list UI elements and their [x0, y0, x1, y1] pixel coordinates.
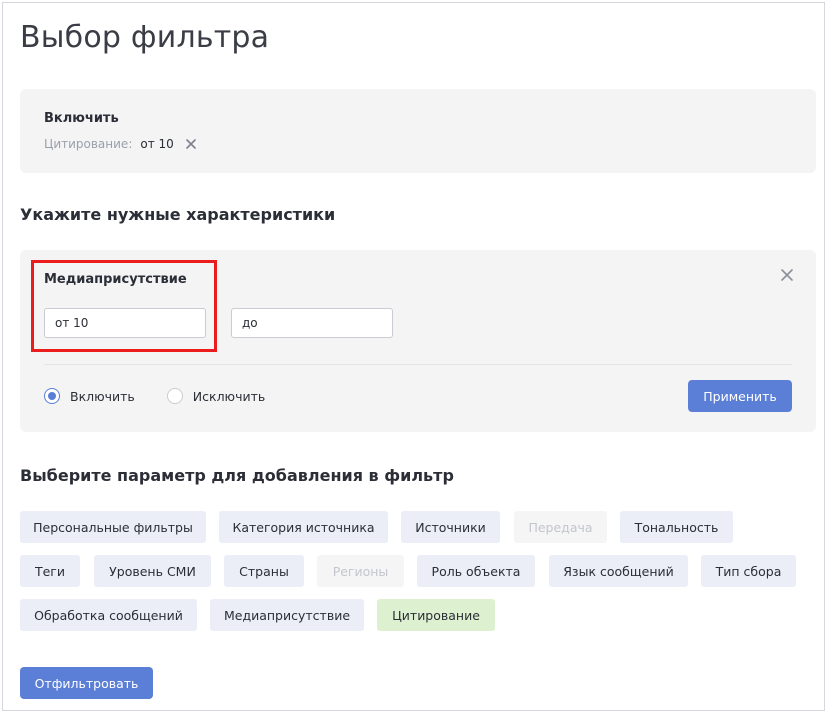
chip-message-language[interactable]: Язык сообщений: [549, 555, 688, 587]
chip-countries[interactable]: Страны: [224, 555, 304, 587]
include-heading: Включить: [44, 111, 119, 126]
mode-radio-group: Включить Исключить: [44, 388, 265, 404]
chip-personal-filters[interactable]: Персональные фильтры: [20, 511, 206, 543]
page-title: Выбор фильтра: [20, 20, 270, 55]
chip-tonality[interactable]: Тональность: [620, 511, 733, 543]
exclude-radio-label[interactable]: Исключить: [193, 389, 265, 404]
include-item-label: Цитирование:: [44, 137, 133, 151]
chip-media-level[interactable]: Уровень СМИ: [94, 555, 211, 587]
chip-source-category[interactable]: Категория источника: [219, 511, 388, 543]
params-title: Выберите параметр для добавления в фильт…: [20, 466, 454, 485]
filter-button[interactable]: Отфильтровать: [20, 667, 153, 699]
from-input[interactable]: [44, 308, 206, 338]
close-card-icon[interactable]: [780, 268, 794, 282]
include-radio-label[interactable]: Включить: [70, 389, 135, 404]
chip-broadcast: Передача: [514, 511, 607, 543]
chip-collection-type[interactable]: Тип сбора: [701, 555, 796, 587]
chip-tags[interactable]: Теги: [20, 555, 80, 587]
chip-object-role[interactable]: Роль объекта: [417, 555, 535, 587]
chip-regions: Регионы: [317, 555, 404, 587]
remove-include-item-icon[interactable]: [184, 137, 198, 151]
chip-message-processing[interactable]: Обработка сообщений: [20, 599, 197, 631]
characteristics-title: Укажите нужные характеристики: [20, 205, 336, 224]
include-radio[interactable]: [44, 388, 60, 404]
characteristics-card: Медиаприсутствие Включить Исключить Прим…: [20, 250, 816, 432]
exclude-radio[interactable]: [166, 388, 183, 404]
chip-sources[interactable]: Источники: [401, 511, 500, 543]
include-item: Цитирование: от 10: [44, 137, 198, 151]
include-summary-card: Включить Цитирование: от 10: [20, 89, 816, 173]
include-item-value: от 10: [140, 137, 174, 151]
to-input[interactable]: [231, 308, 393, 338]
chip-media-presence[interactable]: Медиаприсутствие: [210, 599, 364, 631]
apply-button[interactable]: Применить: [688, 380, 792, 412]
category-label: Медиаприсутствие: [44, 272, 187, 287]
chip-citation[interactable]: Цитирование: [377, 599, 495, 631]
card-divider: [44, 364, 792, 365]
